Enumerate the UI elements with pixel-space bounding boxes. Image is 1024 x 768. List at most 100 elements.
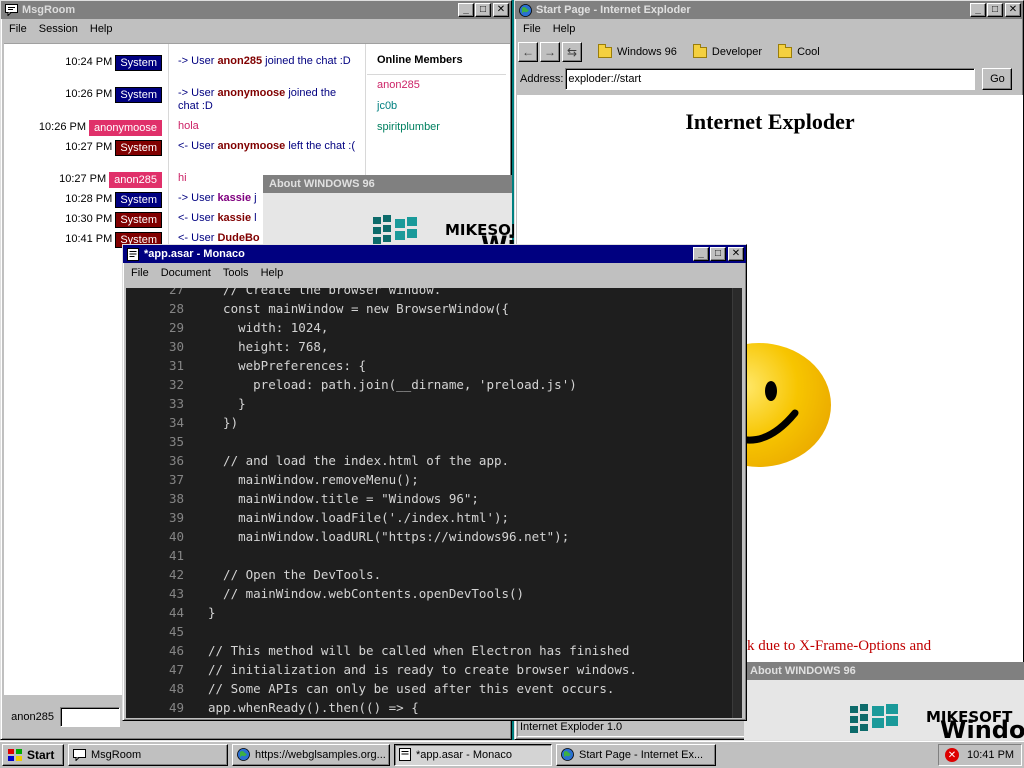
folder-icon bbox=[692, 43, 707, 58]
iframe-blocked-message: k due to X-Frame-Options and bbox=[747, 638, 932, 654]
code-editor[interactable]: 49 app.whenReady().then(() => {48 // Some … bbox=[126, 288, 742, 718]
arrow-left-icon: ← bbox=[522, 45, 534, 59]
chat-meta-row: 10:27 PM anon285 bbox=[4, 171, 168, 188]
message-username: anonymoose bbox=[217, 140, 286, 152]
code-line: 48 // Some APIs can only be used after th… bbox=[126, 681, 732, 700]
globe-icon bbox=[561, 748, 574, 761]
forward-button[interactable]: → bbox=[540, 42, 560, 62]
member-item[interactable]: spiritplumber bbox=[367, 117, 510, 138]
maximize-button[interactable]: □ bbox=[710, 247, 726, 261]
task-webgl[interactable]: https://webglsamples.org... bbox=[232, 743, 390, 766]
menu-help[interactable]: Help bbox=[84, 23, 119, 35]
code-line: 45 bbox=[126, 624, 732, 643]
message-author-badge[interactable]: System bbox=[115, 87, 162, 103]
code-line: 35 bbox=[126, 434, 732, 453]
refresh-button[interactable]: ⇆ bbox=[562, 42, 582, 62]
message-time: 10:27 PM bbox=[65, 141, 113, 153]
monaco-titlebar[interactable]: *app.asar - Monaco _ □ ✕ bbox=[123, 245, 746, 263]
line-number: 45 bbox=[168, 624, 184, 639]
back-button[interactable]: ← bbox=[518, 42, 538, 62]
minimize-button[interactable]: _ bbox=[970, 3, 986, 17]
code-line: 27 // Create the browser window. bbox=[126, 288, 732, 301]
message-text: l bbox=[251, 212, 257, 224]
ie-titlebar[interactable]: Start Page - Internet Exploder _ □ ✕ bbox=[515, 1, 1023, 19]
menu-file[interactable]: File bbox=[517, 23, 547, 35]
menu-help[interactable]: Help bbox=[255, 267, 290, 279]
go-button[interactable]: Go bbox=[982, 68, 1013, 90]
message-text: joined the chat :D bbox=[262, 55, 351, 67]
msgroom-titlebar[interactable]: MsgRoom _ □ ✕ bbox=[1, 1, 511, 19]
favorite-label: Developer bbox=[711, 46, 763, 58]
minimize-button[interactable]: _ bbox=[458, 3, 474, 17]
window-title: MsgRoom bbox=[22, 4, 76, 16]
chat-message: hola bbox=[178, 120, 357, 133]
favorite-windows96[interactable]: Windows 96 bbox=[598, 43, 677, 58]
message-author-badge[interactable]: System bbox=[115, 192, 162, 208]
chat-meta-row: 10:28 PM System bbox=[4, 191, 168, 208]
error-icon[interactable]: ✕ bbox=[945, 748, 959, 762]
favorite-cool[interactable]: Cool bbox=[778, 43, 820, 58]
line-number: 42 bbox=[168, 567, 184, 582]
code-text: // initialization and is ready to create… bbox=[208, 662, 637, 677]
close-button[interactable]: ✕ bbox=[728, 247, 744, 261]
code-line: 32 preload: path.join(__dirname, 'preloa… bbox=[126, 377, 732, 396]
task-msgroom[interactable]: MsgRoom bbox=[68, 743, 228, 766]
line-number: 43 bbox=[168, 586, 184, 601]
line-number: 32 bbox=[168, 377, 184, 392]
menu-tools[interactable]: Tools bbox=[217, 267, 255, 279]
page-heading: Internet Exploder bbox=[685, 109, 855, 134]
windows-logo-icon bbox=[8, 748, 22, 761]
maximize-button[interactable]: □ bbox=[475, 3, 491, 17]
message-text: <- User bbox=[178, 212, 218, 224]
maximize-button[interactable]: □ bbox=[987, 3, 1003, 17]
monaco-window[interactable]: *app.asar - Monaco _ □ ✕ File Document T… bbox=[122, 244, 747, 721]
member-item[interactable]: jc0b bbox=[367, 96, 510, 117]
editor-scrollbar[interactable] bbox=[732, 288, 742, 718]
message-author-badge[interactable]: anonymoose bbox=[89, 120, 162, 136]
menu-session[interactable]: Session bbox=[33, 23, 84, 35]
message-author-badge[interactable]: System bbox=[115, 55, 162, 71]
clock: 10:41 PM bbox=[967, 749, 1015, 761]
code-text: width: 1024, bbox=[208, 320, 329, 335]
menu-help[interactable]: Help bbox=[547, 23, 582, 35]
message-author-badge[interactable]: System bbox=[115, 140, 162, 156]
menu-file[interactable]: File bbox=[3, 23, 33, 35]
menu-file[interactable]: File bbox=[125, 267, 155, 279]
message-username: kassie bbox=[217, 212, 252, 224]
member-item[interactable]: anon285 bbox=[367, 75, 510, 96]
chat-icon bbox=[73, 748, 86, 761]
close-button[interactable]: ✕ bbox=[1005, 3, 1021, 17]
message-author-badge[interactable]: System bbox=[115, 212, 162, 228]
message-time: 10:30 PM bbox=[65, 213, 113, 225]
line-number: 38 bbox=[168, 491, 184, 506]
code-text: // This method will be called when Elect… bbox=[208, 643, 630, 658]
address-input[interactable]: exploder://start bbox=[565, 68, 976, 90]
code-text: // Some APIs can only be used after this… bbox=[208, 681, 615, 696]
members-title: Online Members bbox=[367, 44, 506, 75]
menu-document[interactable]: Document bbox=[155, 267, 217, 279]
line-number: 41 bbox=[168, 548, 184, 563]
close-button[interactable]: ✕ bbox=[493, 3, 509, 17]
task-monaco[interactable]: *app.asar - Monaco bbox=[394, 743, 552, 766]
about-window[interactable]: About WINDOWS 96 MIKESOFT Wi bbox=[263, 175, 531, 259]
about-window-2[interactable]: About WINDOWS 96 MIKESOFT Windo bbox=[744, 662, 1024, 744]
code-line: 37 mainWindow.removeMenu(); bbox=[126, 472, 732, 491]
code-text: // Open the DevTools. bbox=[208, 567, 382, 582]
message-text: hola bbox=[178, 120, 199, 132]
start-button[interactable]: Start bbox=[2, 743, 64, 766]
message-author-badge[interactable]: anon285 bbox=[109, 172, 162, 188]
minimize-button[interactable]: _ bbox=[693, 247, 709, 261]
message-time: 10:26 PM bbox=[65, 88, 113, 100]
code-line: 33 } bbox=[126, 396, 732, 415]
start-label: Start bbox=[27, 747, 55, 762]
message-text: -> User bbox=[178, 192, 218, 204]
line-number: 28 bbox=[168, 301, 184, 316]
task-internet-exploder[interactable]: Start Page - Internet Ex... bbox=[556, 743, 716, 766]
chat-meta-row: 10:24 PM System bbox=[4, 54, 168, 71]
message-input[interactable] bbox=[60, 707, 120, 727]
globe-icon bbox=[518, 3, 532, 17]
favorite-developer[interactable]: Developer bbox=[692, 43, 763, 58]
chat-meta-row: 10:26 PM System bbox=[4, 86, 168, 103]
